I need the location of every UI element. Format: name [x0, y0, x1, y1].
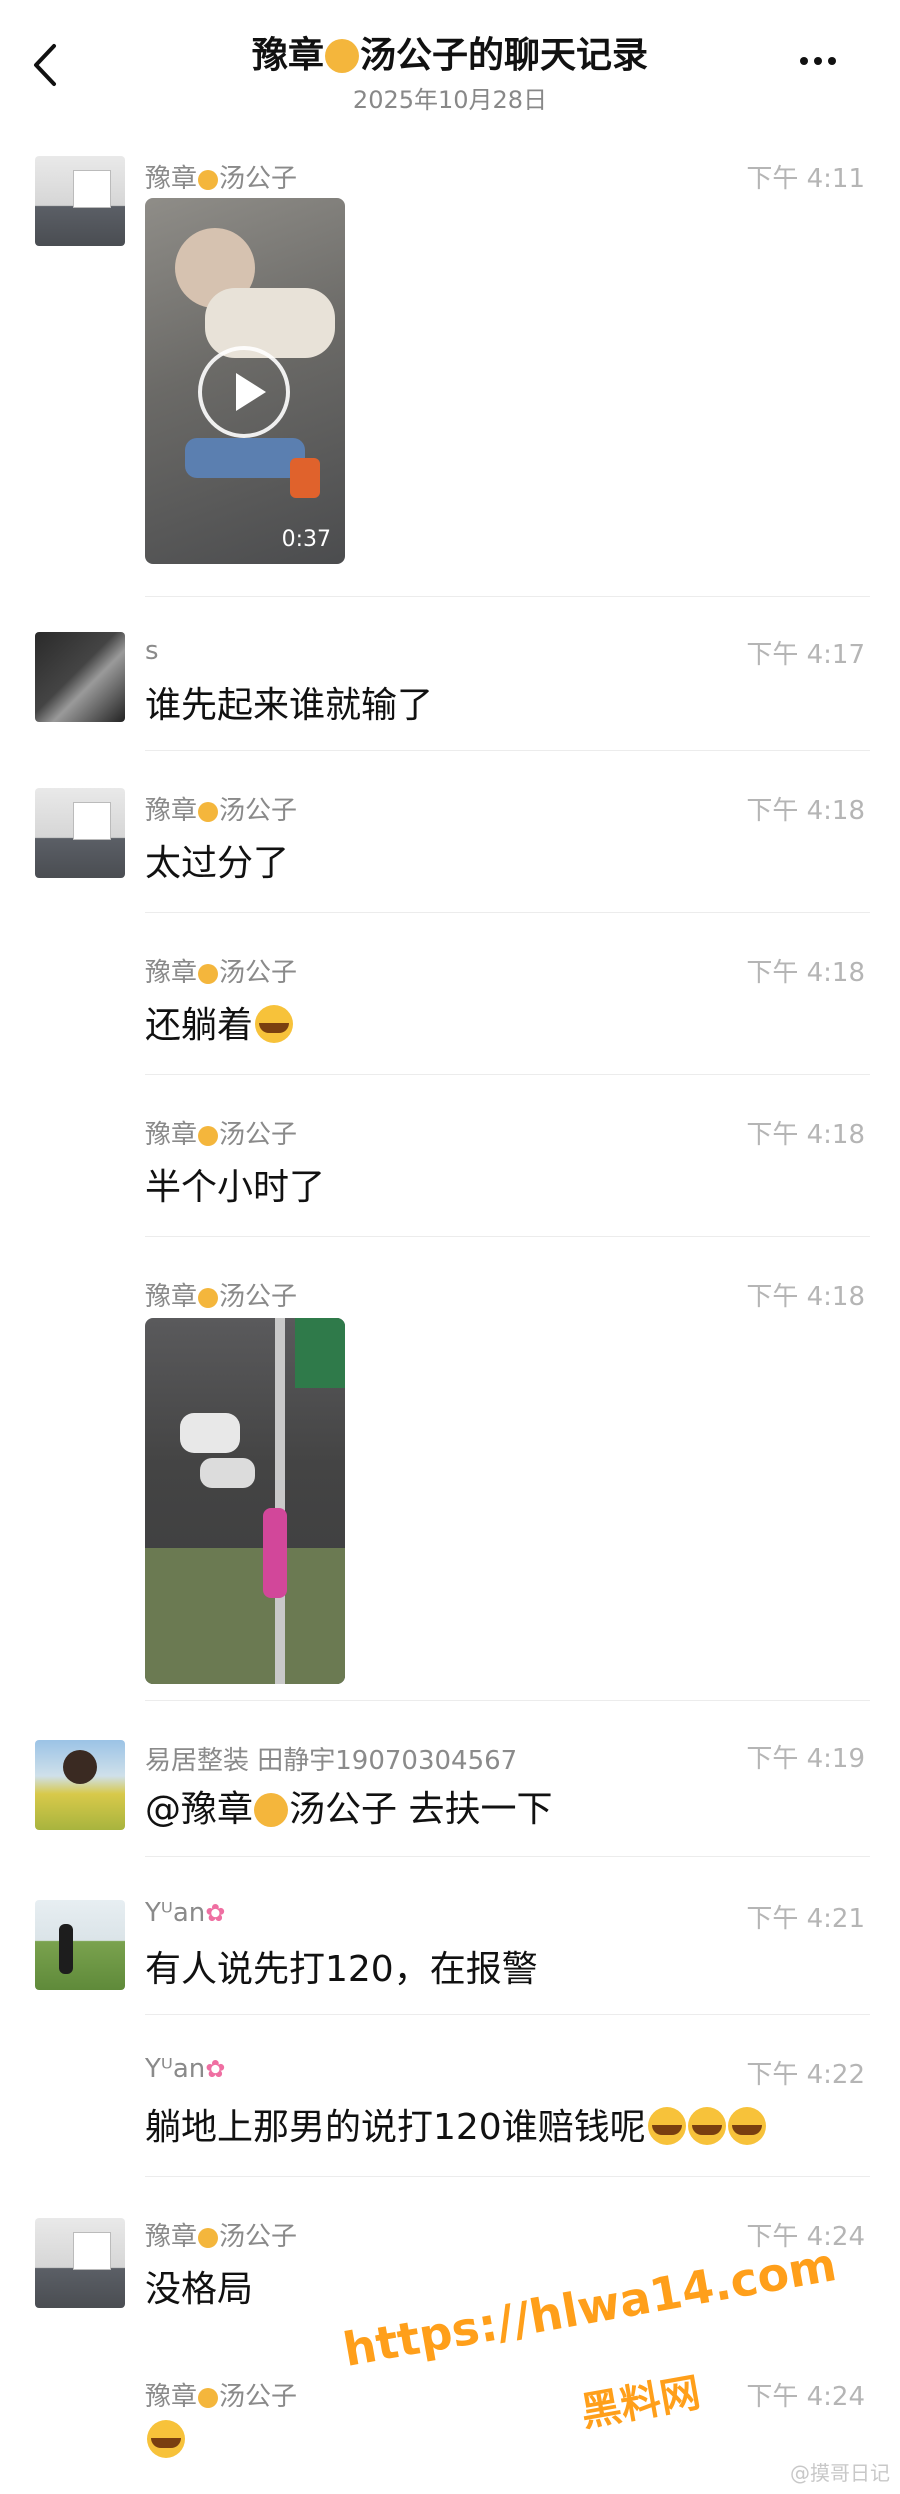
sender-name: 豫章 汤公子	[145, 796, 298, 826]
message-time: 下午 4:24	[746, 2382, 865, 2412]
boy-emoji-icon	[198, 2388, 219, 2408]
message-text: 谁先起来谁就输了	[145, 685, 434, 726]
avatar-figure	[59, 1924, 73, 1974]
divider	[145, 1236, 870, 1237]
boy-emoji-icon	[198, 964, 219, 984]
message-time: 下午 4:22	[746, 2060, 865, 2090]
divider	[145, 750, 870, 751]
message-time: 下午 4:21	[746, 1904, 865, 1934]
chat-header: 豫章 汤公子的聊天记录 2025年10月28日	[0, 0, 900, 130]
title-pre: 豫章	[251, 35, 324, 76]
boy-emoji-icon	[198, 170, 219, 190]
divider	[145, 1700, 870, 1701]
sender-name: 豫章 汤公子	[145, 164, 298, 194]
watermark-url: https://hlwa14.com	[339, 2237, 841, 2377]
sender-name: Yᵁan✿	[145, 1898, 226, 1928]
bag-shape	[263, 1508, 287, 1598]
message-text	[145, 2420, 185, 2458]
sender-name: 豫章 汤公子	[145, 1282, 298, 1312]
dot-icon	[800, 57, 808, 65]
video-scene-figure	[185, 438, 305, 478]
grass-shape	[145, 1548, 345, 1684]
message-time: 下午 4:18	[746, 1120, 865, 1150]
divider	[145, 1074, 870, 1075]
divider	[145, 596, 870, 597]
video-scene-figure	[290, 458, 320, 498]
message-text: 还躺着	[145, 996, 294, 1048]
person-shape	[200, 1458, 255, 1488]
message-text: 有人说先打120，在报警	[145, 1949, 538, 1990]
laughing-crying-emoji-icon	[147, 2420, 185, 2458]
boy-emoji-icon	[198, 2228, 219, 2248]
laughing-crying-emoji-icon	[255, 1005, 294, 1043]
photo-thumbnail[interactable]	[145, 1318, 345, 1684]
message-time: 下午 4:18	[746, 1282, 865, 1312]
road-sign-shape	[295, 1318, 345, 1388]
message-text: 半个小时了	[145, 1167, 326, 1208]
boy-emoji-icon	[254, 1793, 289, 1827]
sender-name: 豫章 汤公子	[145, 958, 298, 988]
boy-emoji-icon	[198, 1288, 219, 1308]
credit-watermark: @摸哥日记	[790, 2461, 890, 2485]
message-text: @豫章 汤公子 去扶一下	[145, 1789, 553, 1830]
watermark-site: 黑料网	[577, 2369, 704, 2437]
sender-name: 易居整装 田静宇19070304567	[145, 1746, 518, 1776]
avatar[interactable]	[35, 156, 125, 246]
avatar-figure	[63, 1750, 97, 1784]
laughing-crying-emoji-icon	[647, 2107, 686, 2145]
avatar-sign	[73, 170, 111, 208]
divider	[145, 1856, 870, 1857]
message-time: 下午 4:18	[746, 796, 865, 826]
avatar[interactable]	[35, 1900, 125, 1990]
sender-name: s	[145, 636, 159, 666]
boy-emoji-icon	[198, 1126, 219, 1146]
divider	[145, 2014, 870, 2015]
video-scene-figure	[205, 288, 335, 358]
sender-name: 豫章 汤公子	[145, 2382, 298, 2412]
dot-icon	[828, 57, 836, 65]
video-duration: 0:37	[281, 527, 331, 552]
message-time: 下午 4:11	[746, 164, 865, 194]
play-icon[interactable]	[198, 346, 290, 438]
laughing-crying-emoji-icon	[727, 2107, 766, 2145]
message-time: 下午 4:17	[746, 640, 865, 670]
title-post: 汤公子的聊天记录	[360, 35, 649, 76]
avatar-sign	[73, 802, 111, 840]
avatar[interactable]	[35, 1740, 125, 1830]
message-time: 下午 4:19	[746, 1744, 865, 1774]
avatar[interactable]	[35, 632, 125, 722]
more-options-button[interactable]	[800, 50, 850, 70]
chat-date: 2025年10月28日	[352, 86, 548, 114]
avatar[interactable]	[35, 788, 125, 878]
video-thumbnail[interactable]: 0:37	[145, 198, 345, 564]
boy-emoji-icon	[198, 802, 219, 822]
boy-emoji-icon	[325, 39, 359, 73]
avatar[interactable]	[35, 2218, 125, 2308]
flower-emoji-icon: ✿	[205, 1899, 226, 1927]
avatar-sign	[73, 2232, 111, 2270]
flower-emoji-icon: ✿	[205, 2055, 226, 2083]
message-text: 躺地上那男的说打120谁赔钱呢	[145, 2098, 766, 2150]
sender-name: Yᵁan✿	[145, 2054, 226, 2084]
divider	[145, 2176, 870, 2177]
message-text: 没格局	[145, 2269, 254, 2310]
page-title: 豫章 汤公子的聊天记录	[0, 26, 900, 78]
person-shape	[180, 1413, 240, 1453]
sender-name: 豫章 汤公子	[145, 1120, 298, 1150]
message-text: 太过分了	[145, 843, 290, 884]
dot-icon	[814, 57, 822, 65]
pole-shape	[275, 1318, 285, 1684]
laughing-crying-emoji-icon	[687, 2107, 726, 2145]
message-time: 下午 4:18	[746, 958, 865, 988]
sender-name: 豫章 汤公子	[145, 2222, 298, 2252]
divider	[145, 912, 870, 913]
